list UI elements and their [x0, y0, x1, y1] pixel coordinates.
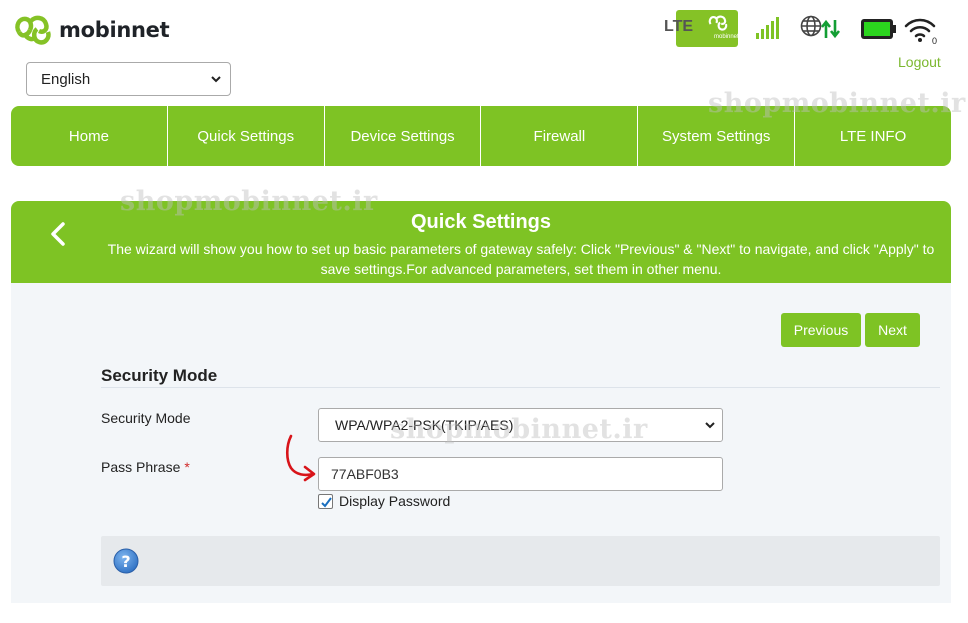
chevron-down-icon: [211, 76, 221, 83]
wizard-description: The wizard will show you how to set up b…: [107, 241, 935, 277]
wifi-clients-count: 0: [932, 36, 937, 44]
pass-phrase-input[interactable]: 77ABF0B3: [318, 457, 723, 491]
sim-card-text: mobinnet: [714, 34, 739, 40]
nav-item-device-settings[interactable]: Device Settings: [325, 106, 482, 166]
language-select[interactable]: English: [26, 62, 231, 96]
nav-item-firewall[interactable]: Firewall: [481, 106, 639, 166]
checkmark-icon: [321, 496, 332, 508]
nav-item-system-settings[interactable]: System Settings: [638, 106, 796, 166]
brand-logo[interactable]: mobinnet: [11, 13, 170, 47]
section-title: Security Mode: [101, 366, 218, 385]
display-password-row[interactable]: Display Password: [318, 493, 450, 509]
next-button[interactable]: Next: [865, 313, 920, 347]
previous-button[interactable]: Previous: [781, 313, 861, 347]
lte-sim-icon: mobinnet LTE: [662, 10, 739, 47]
nav-item-quick-settings[interactable]: Quick Settings: [168, 106, 325, 166]
pass-phrase-label: Pass Phrase: [101, 459, 181, 475]
pass-phrase-label-row: Pass Phrase *: [101, 459, 190, 475]
security-mode-select[interactable]: WPA/WPA2-PSK(TKIP/AES): [318, 408, 723, 442]
brand-name: mobinnet: [59, 18, 170, 42]
router-admin-page: mobinnet English mobinnet LTE 0 Logout H…: [0, 0, 968, 623]
network-type-label: LTE: [664, 18, 694, 35]
sim-logo-icon: [708, 15, 728, 31]
status-bar: mobinnet LTE 0: [662, 8, 952, 48]
wizard-banner: Quick Settings The wizard will show you …: [11, 201, 951, 283]
security-mode-label: Security Mode: [101, 410, 191, 426]
chevron-down-icon: [705, 422, 715, 429]
nav-item-home[interactable]: Home: [11, 106, 168, 166]
wifi-icon: 0: [904, 18, 937, 44]
signal-bars-icon: [756, 17, 779, 39]
svg-text:?: ?: [121, 552, 130, 571]
nav-item-lte-info[interactable]: LTE INFO: [795, 106, 951, 166]
security-mode-value: WPA/WPA2-PSK(TKIP/AES): [335, 417, 514, 433]
mobinnet-logo-icon: [15, 15, 51, 45]
display-password-checkbox[interactable]: [318, 493, 333, 509]
help-panel: ?: [101, 536, 940, 586]
wizard-title: Quick Settings: [410, 211, 552, 233]
logout-link[interactable]: Logout: [898, 54, 941, 70]
pass-phrase-value: 77ABF0B3: [331, 466, 399, 482]
globe-data-icon: [800, 15, 841, 39]
language-selected-value: English: [41, 70, 91, 88]
required-marker: *: [184, 459, 190, 475]
section-divider: [101, 387, 940, 388]
help-question-icon[interactable]: ?: [113, 548, 139, 574]
display-password-label: Display Password: [339, 493, 451, 509]
main-nav: Home Quick Settings Device Settings Fire…: [11, 106, 951, 166]
battery-icon: [861, 19, 896, 39]
